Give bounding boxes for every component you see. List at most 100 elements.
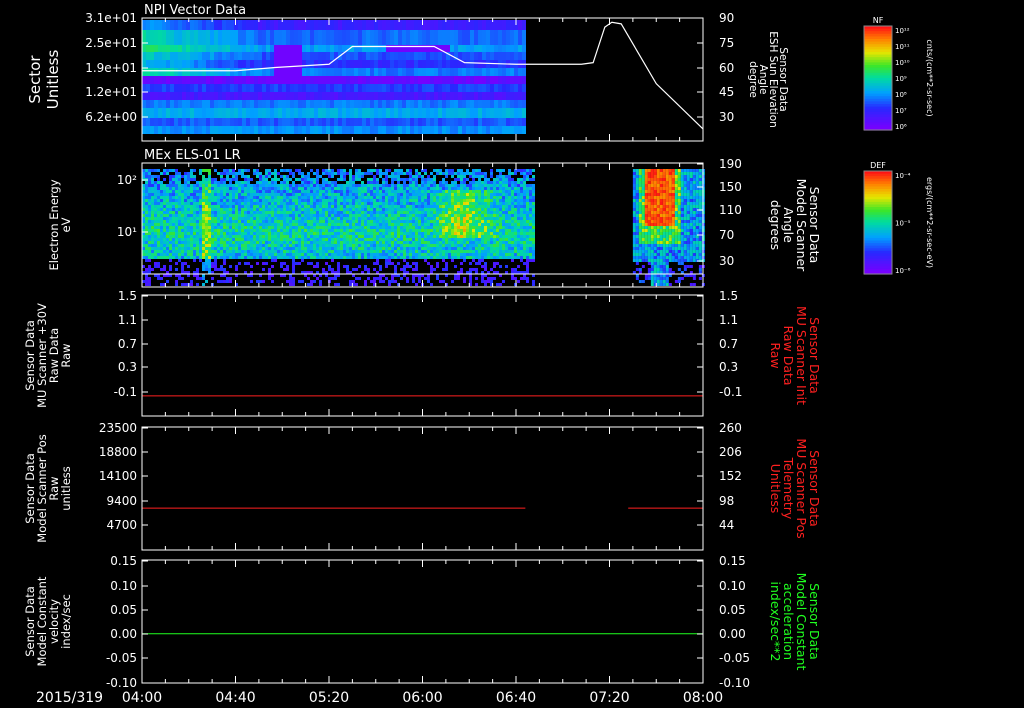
heatmap-cell [244,232,247,235]
heatmap-cell [498,45,502,52]
heatmap-cell [451,193,454,196]
heatmap-cell [235,238,238,241]
heatmap-cell [148,277,151,280]
heatmap-cell [175,256,178,259]
heatmap-cell [481,247,484,250]
heatmap-cell [202,169,205,172]
heatmap-cell [302,84,306,92]
heatmap-cell [280,214,283,217]
heatmap-cell [290,20,294,30]
heatmap-cell [438,20,442,30]
heatmap-cell [330,68,334,76]
heatmap-cell [442,211,445,214]
heatmap-cell [223,193,226,196]
heatmap-cell [148,268,151,271]
heatmap-cell [421,214,424,217]
heatmap-cell [310,181,313,184]
heatmap-cell [454,45,458,52]
heatmap-cell [424,241,427,244]
heatmap-cell [436,184,439,187]
heatmap-cell [424,256,427,259]
heatmap-cell [172,220,175,223]
heatmap-cell [370,211,373,214]
heatmap-cell [271,196,274,199]
heatmap-cell [337,220,340,223]
heatmap-cell [182,52,186,60]
heatmap-cell [373,193,376,196]
heatmap-cell [286,52,290,60]
heatmap-cell [472,211,475,214]
heatmap-cell [158,30,162,45]
heatmap-cell [422,76,426,84]
heatmap-cell [370,126,374,134]
heatmap-cell [220,199,223,202]
heatmap-cell [277,220,280,223]
heatmap-cell [454,92,458,100]
heatmap-cell [445,175,448,178]
heatmap-cell [450,118,454,126]
heatmap-cell [484,226,487,229]
heatmap-cell [462,68,466,76]
heatmap-cell [334,76,338,84]
heatmap-cell [352,253,355,256]
heatmap-cell [289,187,292,190]
heatmap-cell [205,193,208,196]
heatmap-cell [206,20,210,30]
heatmap-cell [280,175,283,178]
heatmap-cell [259,187,262,190]
heatmap-cell [510,126,514,134]
heatmap-cell [214,181,217,184]
heatmap-cell [286,118,290,126]
heatmap-cell [403,247,406,250]
heatmap-cell [268,211,271,214]
heatmap-cell [322,20,326,30]
heatmap-cell [268,223,271,226]
heatmap-cell [494,118,498,126]
heatmap-cell [166,244,169,247]
heatmap-cell [292,184,295,187]
heatmap-cell [402,52,406,60]
heatmap-cell [412,205,415,208]
heatmap-cell [230,118,234,126]
heatmap-cell [457,241,460,244]
heatmap-cell [322,235,325,238]
heatmap-cell [148,184,151,187]
heatmap-cell [484,214,487,217]
heatmap-cell [232,193,235,196]
heatmap-cell [268,214,271,217]
heatmap-cell [294,20,298,30]
heatmap-cell [354,76,358,84]
heatmap-cell [487,223,490,226]
heatmap-cell [343,253,346,256]
heatmap-cell [210,100,214,108]
heatmap-cell [208,217,211,220]
heatmap-cell [196,193,199,196]
heatmap-cell [157,169,160,172]
heatmap-cell [259,205,262,208]
heatmap-cell [422,60,426,68]
heatmap-cell [154,181,157,184]
heatmap-cell [352,250,355,253]
heatmap-cell [340,238,343,241]
heatmap-cell [157,193,160,196]
heatmap-cell [466,118,470,126]
heatmap-cell [418,238,421,241]
heatmap-cell [150,52,154,60]
heatmap-cell [190,68,194,76]
heatmap-cell [470,100,474,108]
heatmap-cell [217,187,220,190]
heatmap-cell [457,253,460,256]
heatmap-cell [487,229,490,232]
heatmap-cell [434,100,438,108]
heatmap-cell [182,118,186,126]
heatmap-cell [172,256,175,259]
heatmap-cell [430,184,433,187]
heatmap-cell [319,196,322,199]
heatmap-cell [247,208,250,211]
heatmap-cell [391,172,394,175]
heatmap-cell [510,92,514,100]
heatmap-cell [262,226,265,229]
heatmap-cell [157,226,160,229]
heatmap-cell [210,45,214,52]
heatmap-cell [466,169,469,172]
